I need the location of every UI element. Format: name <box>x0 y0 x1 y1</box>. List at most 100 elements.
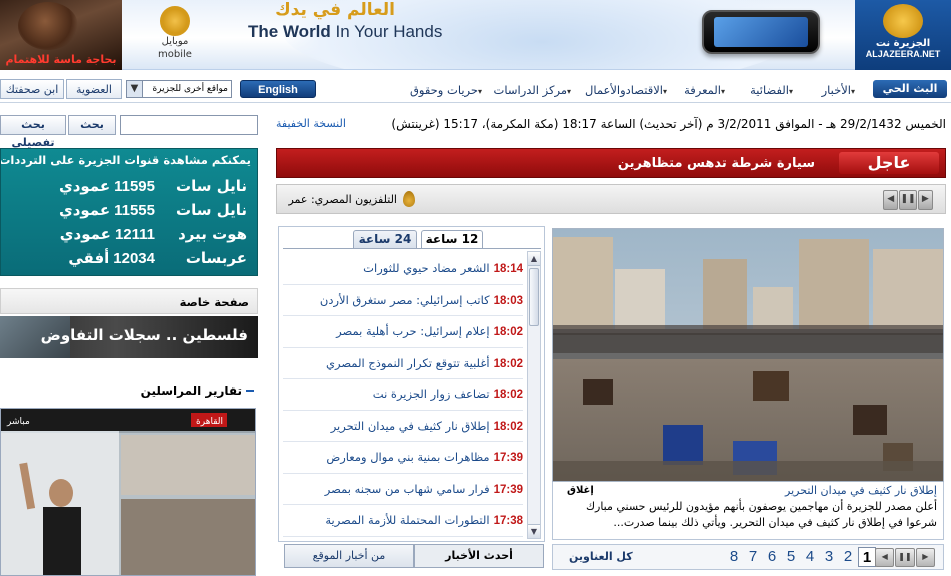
scroll-up-icon[interactable]: ▲ <box>528 252 540 266</box>
frequency-row: نايل سات11595عمودي <box>58 177 247 195</box>
pager-controls: ◀ ❚❚ ▶ <box>875 548 935 567</box>
ad-headline-en-bold: The World <box>248 22 331 41</box>
phone-graphic <box>702 10 820 54</box>
tab-latest-news[interactable]: أحدث الأخبار <box>414 544 544 568</box>
main-nav: البث الحي ▾الأخبار ▾الفضائية ▾المعرفة ▾ا… <box>0 77 951 103</box>
page-6[interactable]: 6 <box>763 547 781 567</box>
page-7[interactable]: 7 <box>744 547 762 567</box>
news-item[interactable]: 18:02إطلاق نار كثيف في ميدان التحرير <box>283 411 523 442</box>
nav-freedoms[interactable]: ▾حريات وحقوق <box>410 83 482 97</box>
page-3[interactable]: 3 <box>820 547 838 567</box>
svg-text:مباشر: مباشر <box>6 417 30 427</box>
ticker-bar: التلفزيون المصري: عمر ◀ ❚❚ ▶ <box>276 184 946 214</box>
page-4[interactable]: 4 <box>801 547 819 567</box>
membership-button[interactable]: العضوية <box>66 79 122 99</box>
breaking-tag: عاجل <box>839 152 939 174</box>
left-promo-banner[interactable]: بحاجة ماسة للاهتمام <box>0 0 122 70</box>
story-pager: كل العناوين 8 7 6 5 4 3 2 1 ◀ ❚❚ ▶ <box>552 544 944 570</box>
frequency-row: هوت بيرد12111عمودي <box>59 225 247 243</box>
promo-caption: بحاجة ماسة للاهتمام <box>5 53 117 66</box>
search-button[interactable]: بحث <box>68 115 116 135</box>
report-video[interactable]: مباشر القاهرة <box>0 408 256 576</box>
special-page-banner[interactable]: فلسطين .. سجلات التفاوض <box>0 316 258 358</box>
news-list: 18:14الشعر مضاد حيوي للثورات 18:03كاتب إ… <box>283 253 523 537</box>
pause-icon[interactable]: ❚❚ <box>895 548 915 567</box>
news-item[interactable]: 17:39فرار سامي شهاب من سجنه بمصر <box>283 474 523 505</box>
main-story-description: أعلن مصدر للجزيرة أن مهاجمين يوصفون بأنه… <box>585 500 937 529</box>
site-logo-ar: الجزيرة نت <box>875 38 931 49</box>
chevron-down-icon[interactable]: ▼ <box>127 81 143 97</box>
page-2[interactable]: 2 <box>839 547 857 567</box>
main-story-photo[interactable] <box>552 228 944 482</box>
ad-banner[interactable]: موبايل mobile <box>122 0 855 70</box>
news-item[interactable]: 18:14الشعر مضاد حيوي للثورات <box>283 253 523 285</box>
frequency-row: نايل سات11555عمودي <box>58 201 247 219</box>
pause-icon[interactable]: ❚❚ <box>899 190 917 210</box>
main-story-caption: إطلاق نار كثيف في ميدان التحرير إغلاق أع… <box>552 482 944 540</box>
frequency-row: عربسات12034أفقي <box>68 249 247 267</box>
next-icon[interactable]: ▶ <box>917 190 933 210</box>
news-item[interactable]: 18:02أغلبية تتوقع تكرار النموذج المصري <box>283 348 523 379</box>
page-5[interactable]: 5 <box>782 547 800 567</box>
dash-icon <box>246 390 254 392</box>
tab-12-hours[interactable]: 12 ساعة <box>421 230 483 249</box>
channels-frequency-box[interactable]: يمكنكم مشاهدة قنوات الجزيرة على الترددات… <box>0 148 258 276</box>
tab-site-news[interactable]: من أخبار الموقع <box>284 544 414 568</box>
advanced-search-button[interactable]: بحث تفصيلي <box>0 115 66 149</box>
mobile-logo-label-en: mobile <box>158 49 192 60</box>
nav-knowledge[interactable]: ▾المعرفة <box>684 83 725 97</box>
mobile-logo-label-ar: موبايل <box>161 36 189 47</box>
site-logo-en: ALJAZEERA.NET <box>865 49 941 59</box>
prev-icon[interactable]: ◀ <box>875 548 895 567</box>
ticker-controls: ◀ ❚❚ ▶ <box>883 190 933 210</box>
other-sites-value: مواقع أخرى للجزيرة <box>152 84 228 94</box>
special-page-label: صفحة خاصة <box>179 295 249 309</box>
reports-label: تقارير المراسلين <box>140 384 242 398</box>
nav-channel[interactable]: ▾الفضائية <box>750 83 793 97</box>
news-list-panel: 12 ساعة 24 ساعة 18:14الشعر مضاد حيوي للث… <box>278 226 545 542</box>
news-item[interactable]: 18:02تضاعف زوار الجزيرة نت <box>283 379 523 411</box>
news-item[interactable]: 18:02إعلام إسرائيل: حرب أهلية بمصر <box>283 316 523 348</box>
breaking-text[interactable]: سيارة شرطة تدهس متظاهرين <box>618 156 815 171</box>
scroll-down-icon[interactable]: ▼ <box>528 524 540 538</box>
ad-headline-en: The World In Your Hands <box>248 22 468 42</box>
page-8[interactable]: 8 <box>725 547 743 567</box>
mobile-logo-icon <box>160 6 190 36</box>
tab-24-hours[interactable]: 24 ساعة <box>353 230 417 249</box>
promo-photo <box>18 2 78 50</box>
prev-icon[interactable]: ◀ <box>883 190 899 210</box>
news-item[interactable]: 18:03كاتب إسرائيلي: مصر ستغرق الأردن <box>283 285 523 316</box>
news-source-tabs: أحدث الأخبار من أخبار الموقع <box>284 544 546 570</box>
nav-economy[interactable]: ▾الاقتصادوالأعمال <box>585 83 667 97</box>
scroll-thumb[interactable] <box>529 268 539 326</box>
next-icon[interactable]: ▶ <box>915 548 935 567</box>
ticker-text[interactable]: التلفزيون المصري: عمر <box>288 193 397 206</box>
nav-studies[interactable]: ▾مركز الدراسات <box>494 83 571 97</box>
close-caption-button[interactable]: إغلاق <box>567 485 594 496</box>
other-sites-select[interactable]: ▼ مواقع أخرى للجزيرة <box>126 80 232 98</box>
tahrir-square-photo <box>553 229 943 481</box>
ibn-sahaftak-button[interactable]: ابن صحفتك <box>0 79 64 99</box>
report-video-frame: مباشر القاهرة <box>1 409 255 575</box>
aljazeera-logo-icon <box>883 4 923 38</box>
news-item[interactable]: 17:39مظاهرات بمنية بني موال ومعارض <box>283 442 523 474</box>
special-page-header: صفحة خاصة <box>0 288 258 314</box>
news-list-scrollbar[interactable]: ▲ ▼ <box>527 251 541 539</box>
ad-headline-en-light: In Your Hands <box>335 22 443 41</box>
english-button[interactable]: English <box>240 80 316 98</box>
site-logo[interactable]: الجزيرة نت ALJAZEERA.NET <box>855 0 951 70</box>
video-location-label: القاهرة <box>196 417 223 427</box>
light-version-link[interactable]: النسخة الخفيفة <box>276 117 346 130</box>
search-input[interactable] <box>120 115 258 135</box>
live-broadcast-button[interactable]: البث الحي <box>873 80 947 98</box>
page-1[interactable]: 1 <box>858 547 876 567</box>
all-titles-link[interactable]: كل العناوين <box>569 550 633 563</box>
mobile-logo: موبايل mobile <box>150 6 200 64</box>
nav-news[interactable]: ▾الأخبار <box>822 83 855 97</box>
news-item[interactable]: 17:38التطورات المحتملة للأزمة المصرية <box>283 505 523 537</box>
main-story-title[interactable]: إطلاق نار كثيف في ميدان التحرير <box>785 484 937 497</box>
channels-heading: يمكنكم مشاهدة قنوات الجزيرة على الترددات… <box>0 153 251 167</box>
breaking-news-bar[interactable]: عاجل سيارة شرطة تدهس متظاهرين <box>276 148 946 178</box>
date-line: الخميس 29/2/1432 هـ - الموافق 3/2/2011 م… <box>391 117 946 131</box>
special-banner-text: فلسطين .. سجلات التفاوض <box>40 326 248 344</box>
